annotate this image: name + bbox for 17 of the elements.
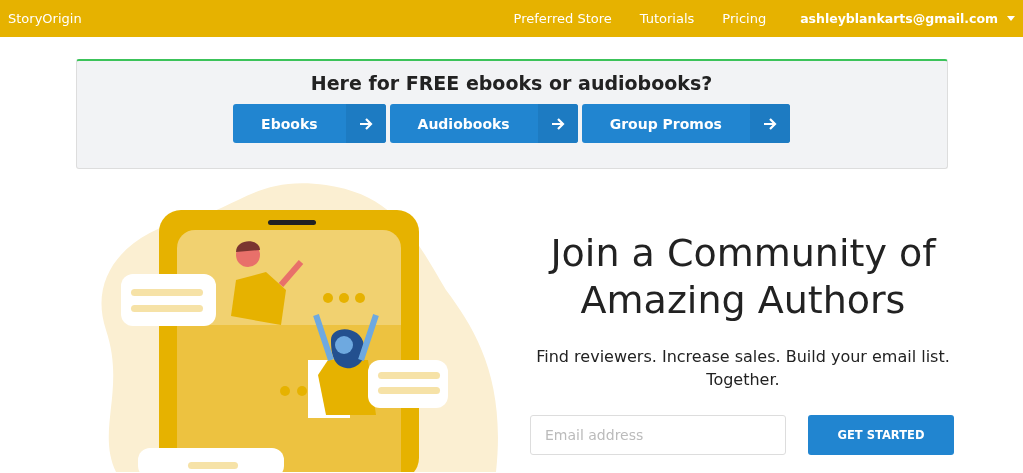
nav-link[interactable]: Preferred Store — [513, 11, 612, 26]
account-menu[interactable]: ashleyblankarts@gmail.com — [800, 11, 1015, 26]
hero-subtitle: Find reviewers. Increase sales. Build your email list. Together. — [535, 346, 951, 391]
category-button[interactable]: Ebooks — [233, 104, 386, 143]
nav-link[interactable]: Tutorials — [639, 11, 695, 26]
caret-icon — [1007, 16, 1015, 21]
arrow-right-icon — [358, 117, 373, 130]
category-button[interactable]: Audiobooks — [389, 104, 578, 143]
hero-heading: Join a Community of Amazing Authors — [547, 230, 938, 325]
email-input-field[interactable]: Email address — [530, 415, 786, 455]
banner-title: Here for FREE ebooks or audiobooks? — [310, 72, 713, 94]
get-started-button[interactable]: GET STARTED — [808, 415, 954, 455]
category-button[interactable]: Group Promos — [581, 104, 790, 143]
arrow-right-icon — [762, 117, 777, 130]
brand-link[interactable]: StoryOrigin — [8, 11, 82, 26]
nav-link[interactable]: Pricing — [722, 11, 767, 26]
arrow-right-icon — [550, 117, 565, 130]
